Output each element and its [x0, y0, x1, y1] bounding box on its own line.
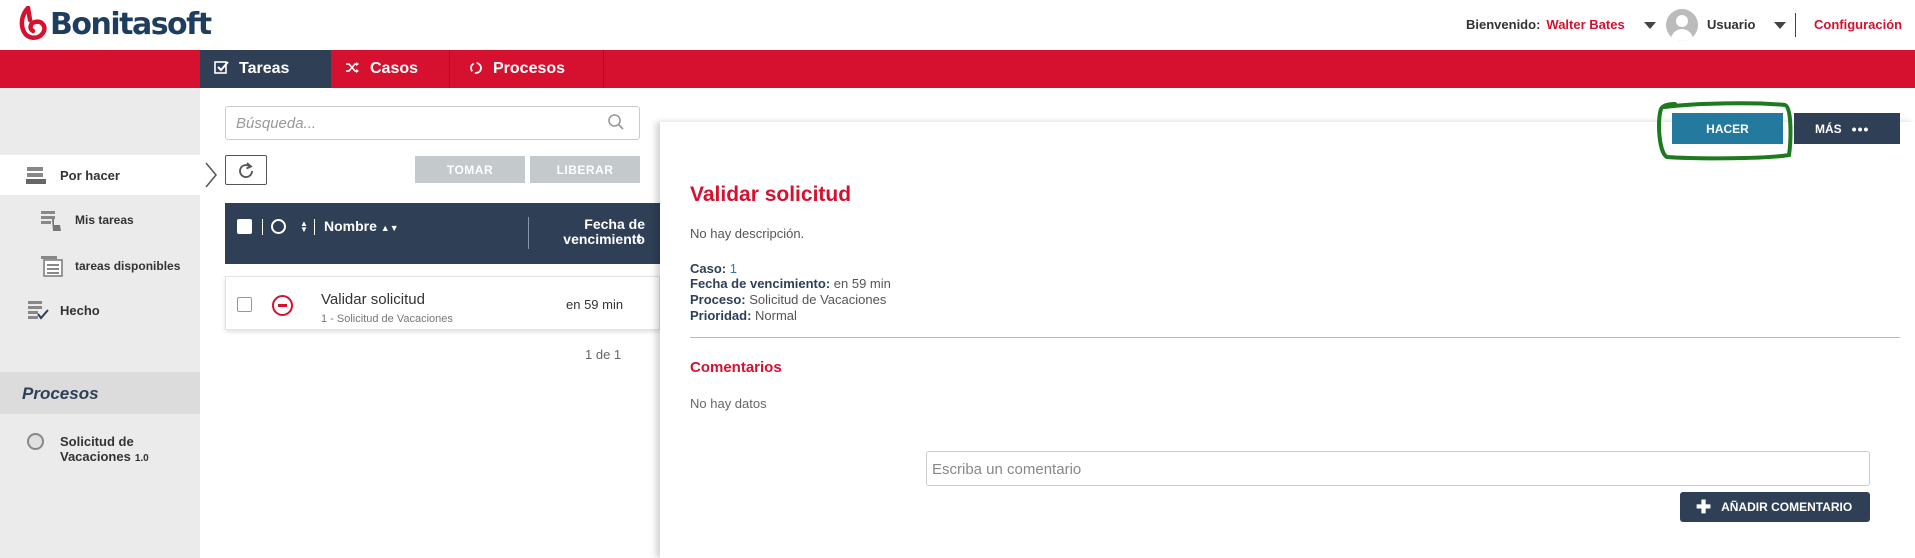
- more-label: MÁS: [1815, 121, 1842, 136]
- select-all-checkbox[interactable]: [237, 219, 252, 234]
- comment-input[interactable]: Escriba un comentario: [926, 451, 1870, 486]
- inbox-stack-icon: [25, 164, 47, 186]
- user-name[interactable]: Walter Bates: [1546, 17, 1624, 32]
- sidebar-item-hecho[interactable]: Hecho: [0, 290, 200, 330]
- chevron-down-icon[interactable]: [1644, 22, 1656, 29]
- meta-value: Solicitud de Vacaciones: [749, 292, 887, 307]
- chevron-down-icon[interactable]: [1774, 22, 1786, 29]
- task-table-header: ▲ ▼ Nombre ▲▼ Fecha de vencimiento ▲ ▼: [225, 203, 660, 264]
- column-name-header[interactable]: Nombre ▲▼: [324, 218, 399, 234]
- plus-icon: ✚: [1696, 497, 1712, 517]
- row-checkbox[interactable]: [237, 297, 252, 312]
- annotation-highlight-circle: [1657, 101, 1793, 161]
- sort-icon[interactable]: ▲ ▼: [635, 232, 643, 246]
- meta-due: Fecha de vencimiento: en 59 min: [690, 276, 891, 291]
- case-link[interactable]: 1: [730, 261, 737, 276]
- meta-value: Normal: [755, 308, 797, 323]
- chevron-right-icon: [205, 162, 217, 188]
- meta-priority: Prioridad: Normal: [690, 308, 797, 323]
- search-icon[interactable]: [607, 113, 625, 131]
- sidebar-item-tareas-disponibles[interactable]: tareas disponibles: [0, 245, 200, 285]
- tab-label: Tareas: [239, 60, 290, 77]
- sidebar-item-label: Mis tareas: [75, 213, 134, 227]
- task-case-subtitle: 1 - Solicitud de Vacaciones: [321, 313, 453, 325]
- task-description: No hay descripción.: [690, 226, 805, 241]
- header-divider: [262, 219, 263, 235]
- avatar[interactable]: [1666, 9, 1698, 41]
- sidebar-item-label: tareas disponibles: [75, 259, 181, 273]
- meta-value: en 59 min: [833, 276, 891, 291]
- welcome-text: Bienvenido: Walter Bates: [1466, 17, 1625, 32]
- my-tasks-hand-icon: [40, 209, 62, 231]
- process-version: 1.0: [134, 453, 149, 464]
- brand-logo[interactable]: Bonitasoft: [18, 6, 212, 42]
- meta-label: Prioridad:: [690, 308, 752, 323]
- more-actions-button[interactable]: MÁS •••: [1794, 113, 1900, 144]
- sidebar-process-item[interactable]: Solicitud de Vacaciones 1.0: [0, 430, 200, 478]
- header-divider: [1795, 13, 1796, 37]
- section-divider: [690, 337, 1900, 338]
- meta-label: Fecha de vencimiento:: [690, 276, 831, 291]
- task-detail-title: Validar solicitud: [690, 183, 852, 206]
- tasks-check-icon: [214, 60, 229, 78]
- configuration-link[interactable]: Configuración: [1814, 17, 1902, 32]
- avatar-body: [1671, 29, 1693, 41]
- search-input[interactable]: Búsqueda...: [225, 106, 640, 140]
- sidebar-item-mis-tareas[interactable]: Mis tareas: [0, 200, 200, 240]
- process-name: Solicitud de Vacaciones 1.0: [60, 434, 170, 466]
- sidebar-item-label: Hecho: [60, 303, 100, 318]
- tab-tareas[interactable]: Tareas: [200, 50, 331, 88]
- add-comment-label: AÑADIR COMENTARIO: [1721, 500, 1853, 514]
- nav-divider: [449, 50, 450, 88]
- column-name-label: Nombre: [324, 218, 377, 234]
- sidebar-item-label: Por hacer: [60, 168, 120, 183]
- top-header: Bonitasoft Bienvenido: Walter Bates Usuar…: [0, 0, 1915, 50]
- welcome-label: Bienvenido:: [1466, 17, 1541, 32]
- shuffle-icon: [345, 61, 360, 77]
- header-divider: [314, 219, 315, 235]
- processes-header: Procesos: [0, 372, 200, 414]
- priority-normal-icon: [272, 295, 293, 316]
- task-name[interactable]: Validar solicitud: [321, 291, 425, 308]
- refresh-button[interactable]: [225, 155, 267, 185]
- sort-icon[interactable]: ▲ ▼: [300, 220, 308, 234]
- user-menu-label[interactable]: Usuario: [1707, 17, 1755, 32]
- available-tasks-list-icon: [40, 254, 63, 277]
- pagination-info: 1 de 1: [585, 347, 622, 362]
- priority-column-icon[interactable]: [271, 219, 286, 234]
- add-comment-button[interactable]: ✚ AÑADIR COMENTARIO: [1680, 492, 1870, 522]
- sort-icon: ▲▼: [380, 223, 399, 233]
- meta-label: Proceso:: [690, 292, 746, 307]
- avatar-head: [1676, 15, 1688, 27]
- nav-divider: [603, 50, 604, 88]
- no-comments-text: No hay datos: [690, 396, 767, 411]
- meta-label: Caso:: [690, 261, 727, 276]
- meta-case: Caso: 1: [690, 261, 737, 276]
- take-button[interactable]: TOMAR: [415, 156, 525, 183]
- bonita-logo-icon: [19, 6, 47, 40]
- process-spinner-icon: [469, 61, 483, 78]
- brand-name: Bonitasoft: [50, 6, 212, 42]
- refresh-icon: [239, 162, 253, 178]
- tab-label: Procesos: [493, 60, 566, 77]
- sidebar-item-por-hacer[interactable]: Por hacer: [0, 155, 200, 195]
- release-button[interactable]: LIBERAR: [530, 156, 640, 183]
- process-name-text: Solicitud de Vacaciones: [60, 434, 134, 464]
- header-divider: [528, 217, 529, 249]
- main-nav: Tareas Casos Procesos: [0, 50, 1915, 88]
- tab-procesos[interactable]: Procesos: [455, 50, 603, 88]
- tab-casos[interactable]: Casos: [331, 50, 449, 88]
- meta-process: Proceso: Solicitud de Vacaciones: [690, 292, 886, 307]
- task-due-date: en 59 min: [566, 297, 624, 312]
- table-row[interactable]: Validar solicitud 1 - Solicitud de Vacac…: [225, 276, 660, 330]
- tab-label: Casos: [370, 60, 419, 77]
- ellipsis-icon: •••: [1851, 120, 1870, 137]
- comments-title: Comentarios: [690, 359, 782, 376]
- done-list-icon: [27, 299, 49, 321]
- process-radio-icon[interactable]: [27, 433, 44, 450]
